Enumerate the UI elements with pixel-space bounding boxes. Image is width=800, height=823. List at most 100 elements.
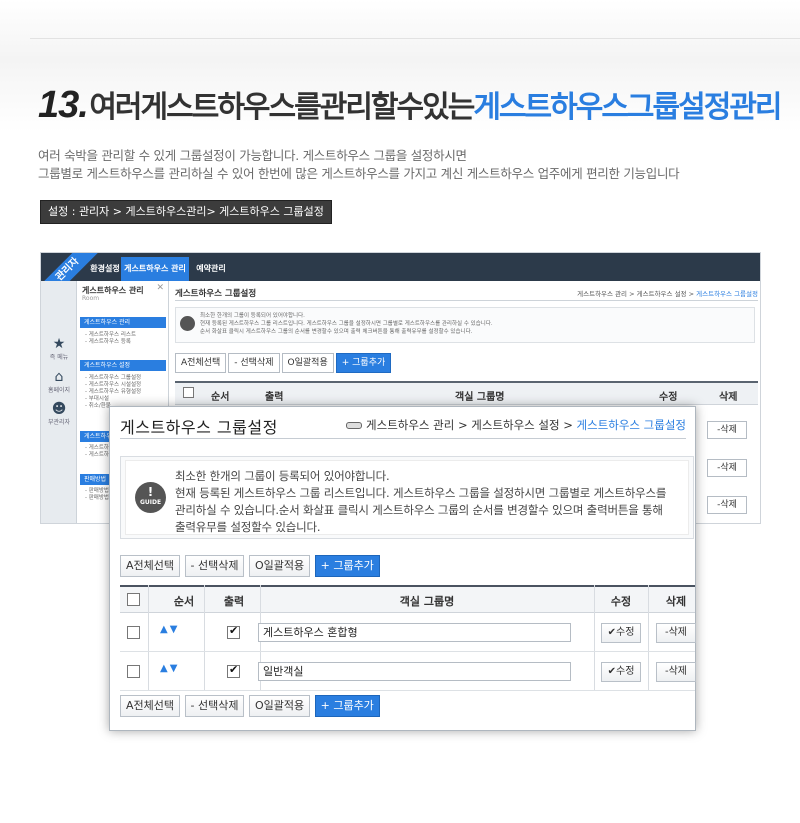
guide-line: 현재 등록된 게스트하우스 그룹 리스트입니다. 게스트하우스 그룹을 설정하시… [200,321,493,327]
apply-all-button[interactable]: O일괄적용 [281,353,334,373]
crumb-item[interactable]: 게스트하우스 설정 [471,418,559,432]
add-group-button[interactable]: + 그룹추가 [314,555,380,577]
add-group-button[interactable]: + 그룹추가 [335,353,392,373]
delete-selected-button[interactable]: - 선택삭제 [228,353,280,373]
home-icon: ⌂ [54,369,64,385]
hero-number: 13. [38,84,89,126]
sidebar-item[interactable]: - 게스트하우스 리스트 [85,332,136,339]
icon-rail: ★ 즉 메뉴 ⌂ 홈페이지 ☻ 부관리자 [41,281,77,523]
button-bar-top: A전체선택 - 선택삭제 O일괄적용 + 그룹추가 [120,555,381,577]
sidebar-item[interactable]: - 부대시설 [85,396,109,403]
checkbox[interactable] [183,387,194,398]
top-nav-bar: 환경설정 게스트하우스 관리 예약관리 [41,253,760,281]
panel-title: 게스트하우스 그룹설정 [120,418,278,437]
column-output: 출력 [223,595,245,608]
guide-icon: ! GUIDE [135,482,166,513]
sidebar-item[interactable]: - 취소/환불 [85,403,111,410]
sidebar-section[interactable]: 게스트하우스 설정 [80,360,166,371]
tab-guesthouse-manage[interactable]: 게스트하우스 관리 [121,257,189,281]
guide-line: 최소한 한개의 그룹이 등록되어 있어야합니다. [175,469,390,483]
apply-all-button[interactable]: O일괄적용 [248,695,311,717]
table-row: ▲▼ 게스트하우스 혼합형 ✔수정 -삭제 [120,613,696,652]
rail-item[interactable]: ☻ 부관리자 [45,401,73,426]
column-header: 출력 [265,392,284,403]
group-name-input[interactable]: 일반객실 [258,662,571,681]
column-group-name: 객실 그룹명 [399,595,455,608]
select-all-checkbox[interactable] [127,593,140,606]
background-title: 게스트하우스 그룹설정 [175,289,257,299]
rail-item[interactable]: ★ 즉 메뉴 [45,336,73,361]
select-all-button[interactable]: A전체선택 [175,353,227,373]
guide-line: 출력유무를 설정할수 있습니다. [175,520,321,534]
crumb-item[interactable]: 게스트하우스 관리 [577,290,627,298]
output-checkbox[interactable] [227,624,240,639]
row-checkbox[interactable] [127,626,140,639]
hero-title-accent: 게스트하우스그룹설정관리 [473,90,782,125]
user-icon: ☻ [51,401,67,417]
crumb-current: 게스트하우스 그룹설정 [696,290,758,298]
delete-button[interactable]: -삭제 [656,662,696,682]
delete-selected-button[interactable]: - 선택삭제 [184,555,245,577]
background-breadcrumb: 게스트하우스 관리 > 게스트하우스 설정 > 게스트하우스 그룹설정 [577,290,758,298]
delete-button[interactable]: -삭제 [707,421,747,439]
tab-reservation[interactable]: 예약관리 [191,257,231,281]
rail-item[interactable]: ⌂ 홈페이지 [45,369,73,394]
select-all-button[interactable]: A전체선택 [120,695,181,717]
background-table-header: 순서 출력 객실 그룹명 수정 삭제 [175,381,758,405]
sidebar-item[interactable]: - 게스트하 [85,452,109,459]
sidebar-item[interactable]: - 게스트하우스 유형설정 [85,389,141,396]
hero-heading: 13. 여러게스트하우스를관리할수있는게스트하우스그룹설정관리 [38,82,783,127]
order-arrows[interactable]: ▲▼ [160,624,179,635]
guide-line: 현재 등록된 게스트하우스 그룹 리스트입니다. 게스트하우스 그룹을 설정하시… [175,486,667,500]
rail-label: 부관리자 [47,419,71,426]
close-icon[interactable]: ✕ [156,283,164,293]
edit-button[interactable]: ✔수정 [601,662,641,682]
delete-selected-button[interactable]: - 선택삭제 [184,695,245,717]
guide-box-inner: ! GUIDE 최소한 한개의 그룹이 등록되어 있어야합니다. 현재 등록된 게… [125,460,689,535]
sidebar-item[interactable]: - 판매방법 [85,488,109,495]
apply-all-button[interactable]: O일괄적용 [248,555,311,577]
sidebar-item[interactable]: - 게스트하 [85,445,109,452]
group-name-input[interactable]: 게스트하우스 혼합형 [258,623,571,642]
column-header: 순서 [211,392,230,403]
crumb-item[interactable]: 게스트하우스 설정 [637,290,687,298]
guide-text: 최소한 한개의 그룹이 등록되어 있어야합니다. 현재 등록된 게스트하우스 그… [175,468,685,536]
guide-box: ! GUIDE 최소한 한개의 그룹이 등록되어 있어야합니다. 현재 등록된 게… [120,456,694,539]
sidebar-section[interactable]: 게스트하우스 관리 [80,317,166,328]
column-header: 삭제 [719,392,738,403]
edit-button[interactable]: ✔수정 [601,623,641,643]
select-all-button[interactable]: A전체선택 [120,555,181,577]
tab-environment[interactable]: 환경설정 [86,257,124,281]
column-header: 객실 그룹명 [455,392,505,403]
output-checkbox[interactable] [227,663,240,678]
rail-label: 즉 메뉴 [49,354,69,361]
panel-header: 게스트하우스 그룹설정 게스트하우스 관리 > 게스트하우스 설정 > 게스트하… [120,417,686,439]
guide-label: GUIDE [139,499,162,506]
star-icon: ★ [52,336,66,352]
table-row: ▲▼ 일반객실 ✔수정 -삭제 [120,652,696,691]
sidebar-item[interactable]: - 게스트하우스 시설설정 [85,382,141,389]
sidebar-item[interactable]: - 게스트하우스 그룹설정 [85,375,141,382]
background-guide-box: 최소한 한개의 그룹이 등록되어 있어야합니다. 현재 등록된 게스트하우스 그… [175,307,755,343]
row-checkbox[interactable] [127,665,140,678]
order-arrows[interactable]: ▲▼ [160,663,179,674]
sidebar-item[interactable]: - 판매방법 [85,495,109,502]
sidebar-subtitle: Room [82,295,100,302]
delete-button[interactable]: -삭제 [707,496,747,514]
guide-icon [180,316,195,331]
sidebar-item[interactable]: - 게스트하우스 등록 [85,339,131,346]
crumb-current: 게스트하우스 그룹설정 [576,418,686,432]
background-button-bar: A전체선택 - 선택삭제 O일괄적용 + 그룹추가 [175,353,393,373]
guide-line: 관리하실 수 있습니다.순서 화살표 클릭시 게스트하우스 그룹의 순서를 변경… [175,503,663,517]
button-bar-bottom: A전체선택 - 선택삭제 O일괄적용 + 그룹추가 [120,695,381,717]
divider [30,38,800,39]
add-group-button[interactable]: + 그룹추가 [314,695,380,717]
settings-path-box: 설정 : 관리자 > 게스트하우스관리> 게스트하우스 그룹설정 [40,200,332,224]
description-line: 여러 숙박을 관리할 수 있게 그룹설정이 가능합니다. 게스트하우스 그룹을 … [38,148,467,163]
delete-button[interactable]: -삭제 [656,623,696,643]
crumb-item[interactable]: 게스트하우스 관리 [366,418,454,432]
column-delete: 삭제 [665,595,687,608]
delete-button[interactable]: -삭제 [707,459,747,477]
column-header: 수정 [659,392,678,403]
crumb-separator: > [457,418,468,432]
